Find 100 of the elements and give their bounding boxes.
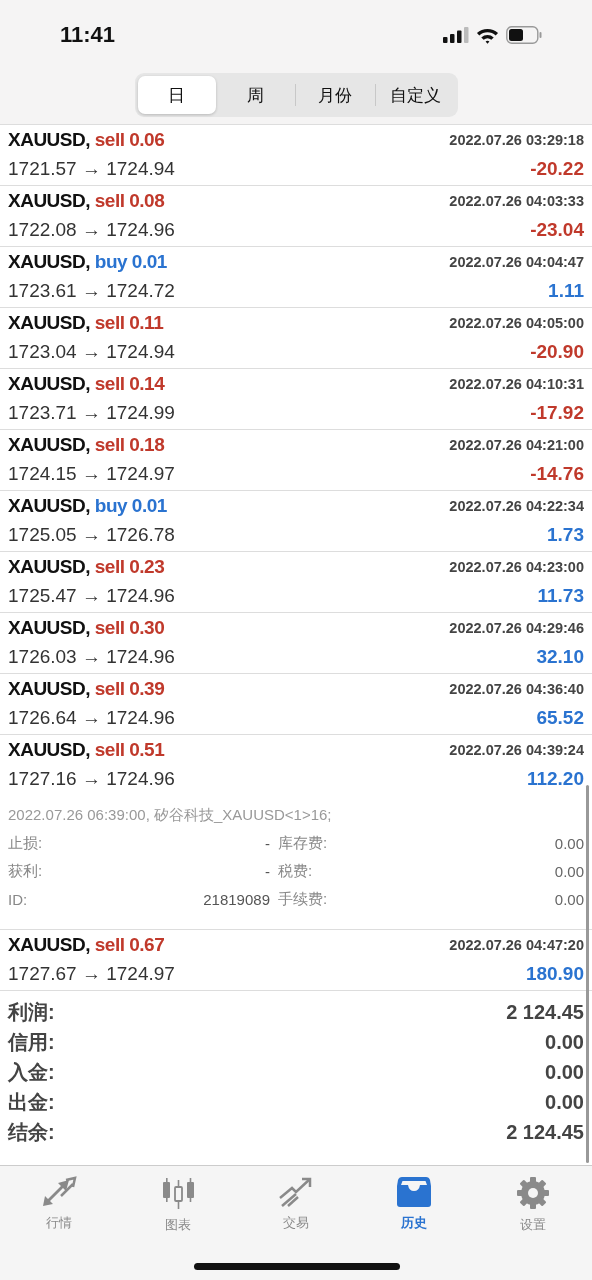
- trend-arrow-icon: [278, 1176, 314, 1208]
- deal-time: 2022.07.26 04:36:40: [449, 681, 584, 697]
- deal-profit: -14.76: [530, 463, 584, 485]
- deal-time: 2022.07.26 04:10:31: [449, 376, 584, 392]
- detail-label: 税费:: [277, 861, 314, 881]
- deal-row[interactable]: XAUUSD, sell 0.39 2022.07.26 04:36:40 1726.64 → 1724.96 65.52: [0, 674, 592, 735]
- deal-symbol: XAUUSD,: [8, 495, 90, 516]
- deal-profit: 1.11: [548, 280, 584, 302]
- deal-type: sell 0.67: [94, 934, 165, 955]
- deal-prices: 1725.47 → 1724.96: [8, 585, 175, 607]
- nav-tab[interactable]: 历史: [355, 1176, 474, 1232]
- deal-time: 2022.07.26 04:29:46: [449, 620, 584, 636]
- deal-profit: 1.73: [547, 524, 584, 546]
- deal-type: sell 0.18: [94, 434, 165, 455]
- deal-prices: 1723.61 → 1724.72: [8, 280, 175, 302]
- summary-value: 0.00: [545, 1060, 584, 1084]
- period-tab[interactable]: 周: [216, 76, 295, 114]
- deal-type: sell 0.39: [94, 678, 165, 699]
- deal-type: sell 0.11: [94, 312, 164, 333]
- deal-symbol: XAUUSD,: [8, 373, 90, 394]
- deal-time: 2022.07.26 04:05:00: [449, 315, 584, 331]
- summary-label: 信用:: [8, 1029, 55, 1055]
- deal-time: 2022.07.26 04:39:24: [449, 742, 584, 758]
- summary-value: 0.00: [545, 1030, 584, 1054]
- detail-label: 库存费:: [277, 833, 329, 853]
- deal-row[interactable]: XAUUSD, buy 0.01 2022.07.26 04:22:34 1725.05 → 1726.78 1.73: [0, 491, 592, 552]
- summary-value: 0.00: [545, 1090, 584, 1114]
- deal-profit: 112.20: [526, 768, 584, 790]
- deal-time: 2022.07.26 04:03:33: [449, 193, 584, 209]
- signal-icon: [443, 27, 469, 43]
- deal-prices: 1725.05 → 1726.78: [8, 524, 175, 546]
- summary-value: 2 124.45: [506, 1120, 584, 1144]
- summary-label: 入金:: [8, 1059, 55, 1085]
- deal-time: 2022.07.26 04:21:00: [449, 437, 584, 453]
- period-tab[interactable]: 月份: [296, 76, 375, 114]
- deal-profit: -17.92: [530, 402, 584, 424]
- deal-prices: 1726.64 → 1724.96: [8, 707, 175, 729]
- detail-value: 0.00: [553, 890, 584, 908]
- deal-profit: -20.22: [530, 158, 584, 180]
- deal-profit: -20.90: [530, 341, 584, 363]
- summary-value: 2 124.45: [506, 1000, 584, 1024]
- deal-type: sell 0.30: [94, 617, 165, 638]
- deal-prices: 1726.03 → 1724.96: [8, 646, 175, 668]
- settings-icon: [515, 1176, 550, 1210]
- battery-icon: [506, 26, 542, 44]
- deal-row[interactable]: XAUUSD, sell 0.23 2022.07.26 04:23:00 1725.47 → 1724.96 11.73: [0, 552, 592, 613]
- detail-value: 21819089: [202, 890, 270, 908]
- deal-prices: 1724.15 → 1724.97: [8, 463, 175, 485]
- deal-row[interactable]: XAUUSD, sell 0.18 2022.07.26 04:21:00 1724.15 → 1724.97 -14.76: [0, 430, 592, 491]
- deal-type: buy 0.01: [94, 495, 167, 516]
- wifi-icon: [476, 26, 499, 44]
- deal-prices: 1723.71 → 1724.99: [8, 402, 175, 424]
- deal-profit: 32.10: [536, 646, 584, 668]
- deal-row[interactable]: XAUUSD, sell 0.08 2022.07.26 04:03:33 1722.08 → 1724.96 -23.04: [0, 186, 592, 247]
- detail-label: ID:: [8, 890, 29, 908]
- deal-profit: 11.73: [537, 585, 584, 607]
- deal-prices: 1727.16 → 1724.96: [8, 768, 175, 790]
- detail-label: 获利:: [8, 861, 44, 881]
- detail-value: 0.00: [553, 862, 584, 880]
- deal-symbol: XAUUSD,: [8, 251, 90, 272]
- deal-type: sell 0.06: [94, 129, 165, 150]
- deal-symbol: XAUUSD,: [8, 129, 90, 150]
- period-tab[interactable]: 自定义: [375, 76, 455, 114]
- deal-profit: 65.52: [536, 707, 584, 729]
- deal-symbol: XAUUSD,: [8, 739, 90, 760]
- deal-symbol: XAUUSD,: [8, 934, 90, 955]
- detail-value: 0.00: [553, 834, 584, 852]
- status-time: 11:41: [60, 22, 116, 48]
- deal-time: 2022.07.26 04:22:34: [449, 498, 584, 514]
- deal-prices: 1727.67 → 1724.97: [8, 963, 175, 985]
- deal-comment: 2022.07.26 06:39:00, 矽谷科技_XAUUSD<1>16;: [8, 805, 333, 825]
- deal-prices: 1721.57 → 1724.94: [8, 158, 175, 180]
- detail-label: 手续费:: [277, 889, 329, 909]
- deal-type: sell 0.23: [94, 556, 165, 577]
- deal-row[interactable]: XAUUSD, buy 0.01 2022.07.26 04:04:47 1723.61 → 1724.72 1.11: [0, 247, 592, 308]
- detail-value: -: [264, 862, 270, 880]
- deal-symbol: XAUUSD,: [8, 678, 90, 699]
- detail-value: -: [264, 834, 270, 852]
- deal-symbol: XAUUSD,: [8, 434, 90, 455]
- summary-label: 结余:: [8, 1119, 55, 1145]
- detail-label: 止损:: [8, 833, 44, 853]
- deal-profit: -23.04: [530, 219, 584, 241]
- deal-symbol: XAUUSD,: [8, 617, 90, 638]
- deal-time: 2022.07.26 04:04:47: [449, 254, 584, 270]
- deal-time: 2022.07.26 04:47:20: [449, 937, 584, 953]
- deal-prices: 1722.08 → 1724.96: [8, 219, 175, 241]
- deal-type: sell 0.51: [94, 739, 165, 760]
- double-arrow-icon: [41, 1176, 78, 1208]
- deal-row[interactable]: XAUUSD, sell 0.30 2022.07.26 04:29:46 1726.03 → 1724.96 32.10: [0, 613, 592, 674]
- deal-time: 2022.07.26 04:23:00: [449, 559, 584, 575]
- deal-symbol: XAUUSD,: [8, 556, 90, 577]
- period-tab[interactable]: 日: [137, 76, 217, 114]
- deal-symbol: XAUUSD,: [8, 190, 90, 211]
- deal-type: sell 0.08: [94, 190, 165, 211]
- deal-time: 2022.07.26 03:29:18: [449, 132, 584, 148]
- deal-profit: 180.90: [525, 963, 584, 985]
- deal-type: buy 0.01: [94, 251, 167, 272]
- inbox-icon: [396, 1176, 433, 1208]
- deal-type: sell 0.14: [94, 373, 165, 394]
- summary-label: 利润:: [8, 999, 55, 1025]
